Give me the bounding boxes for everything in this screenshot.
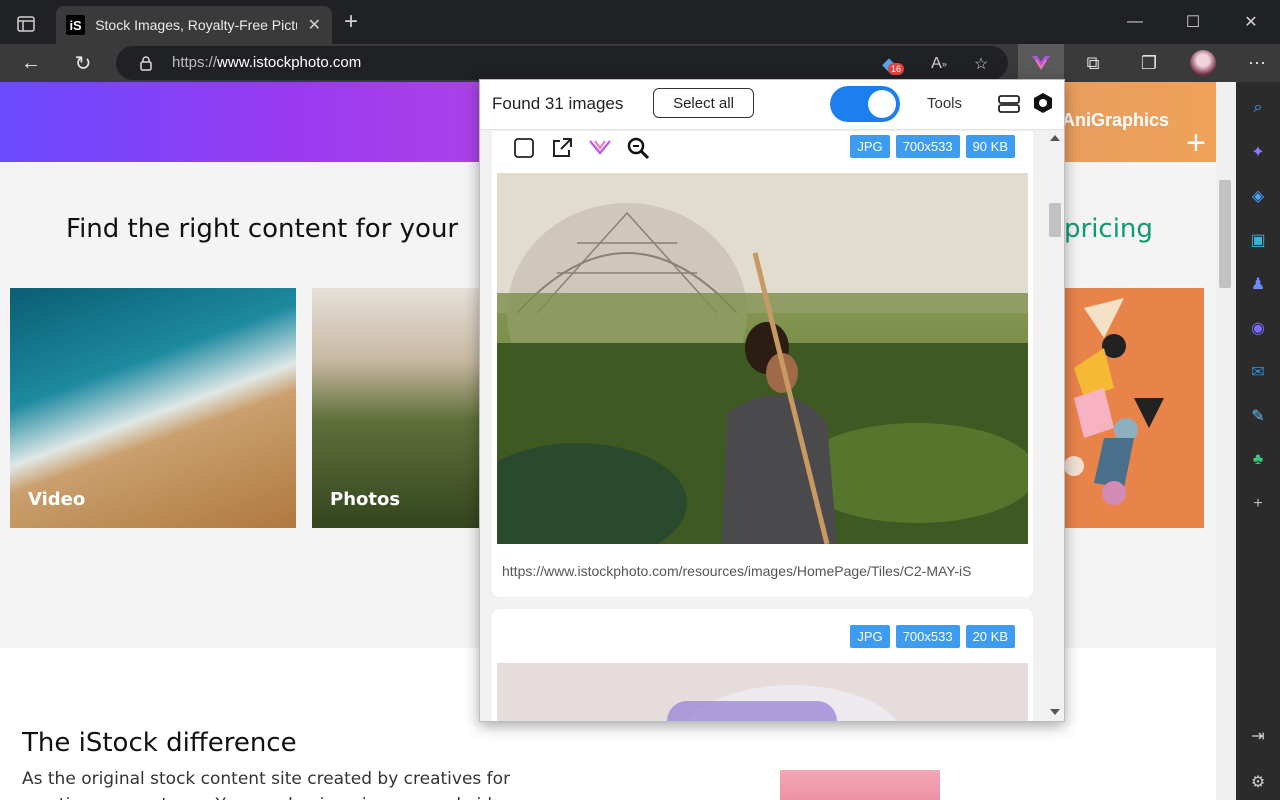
image-card: JPG 700x533 20 KB xyxy=(492,609,1033,721)
read-aloud-icon[interactable]: A» xyxy=(926,51,952,77)
download-icon[interactable] xyxy=(586,135,614,161)
tracker-prevention-icon[interactable]: ◆ 16 xyxy=(876,51,905,77)
maximize-icon[interactable]: ☐ xyxy=(1164,0,1222,44)
title-bar: iS Stock Images, Royalty-Free Pictur ✕ +… xyxy=(0,0,1280,44)
toggle-knob xyxy=(868,90,896,118)
tab-actions-icon[interactable] xyxy=(12,12,40,36)
image-card: JPG 700x533 90 KB https://www.istockphot… xyxy=(492,131,1033,597)
layout-icon[interactable] xyxy=(998,93,1020,115)
card-tools xyxy=(510,135,652,161)
avatar[interactable] xyxy=(1190,50,1216,76)
tile-photos[interactable]: Photos xyxy=(312,288,482,528)
copilot-icon[interactable]: ✦ xyxy=(1246,140,1270,164)
add-sidebar-icon[interactable]: + xyxy=(1246,492,1270,516)
hero-label[interactable]: AniGraphics xyxy=(1062,110,1169,131)
hide-sidebar-icon[interactable]: ⇥ xyxy=(1246,724,1270,748)
select-all-button[interactable]: Select all xyxy=(653,88,754,118)
settings-icon[interactable] xyxy=(1032,92,1054,114)
extensions-icon[interactable]: ⧉ xyxy=(1078,48,1108,78)
tab-title: Stock Images, Royalty-Free Pictur xyxy=(95,17,297,33)
outlook-icon[interactable]: ✉ xyxy=(1246,360,1270,384)
edge-sidebar: ⌕ ✦ ◈ ▣ ♟ ◉ ✉ ✎ ♣ + ⇥ ⚙ xyxy=(1236,82,1280,800)
scroll-down-icon[interactable] xyxy=(1050,709,1060,715)
size-badge: 20 KB xyxy=(965,625,1015,648)
tools-button[interactable]: Tools xyxy=(927,95,962,112)
page-scrollbar[interactable] xyxy=(1216,82,1236,800)
people-icon[interactable]: ♟ xyxy=(1246,272,1270,296)
extension-logo-icon xyxy=(1032,56,1050,70)
shopping-icon[interactable]: ◈ xyxy=(1246,184,1270,208)
enable-toggle[interactable] xyxy=(830,86,900,122)
format-badge: JPG xyxy=(850,625,890,648)
image-preview[interactable] xyxy=(497,663,1028,721)
favicon-icon: iS xyxy=(66,15,86,35)
tile-video[interactable]: Video xyxy=(10,288,296,528)
section-title: The iStock difference xyxy=(22,728,297,758)
collections-icon[interactable]: ❐ xyxy=(1134,48,1164,78)
pricing-link[interactable]: pricing xyxy=(1064,214,1153,244)
url-text[interactable]: https://www.istockphoto.com xyxy=(172,54,361,71)
tile-label: Photos xyxy=(330,489,401,510)
window-close-icon[interactable]: ✕ xyxy=(1222,0,1280,44)
sidebar-settings-icon[interactable]: ⚙ xyxy=(1246,770,1270,794)
minimize-icon[interactable]: — xyxy=(1106,0,1164,44)
image-preview[interactable] xyxy=(497,173,1028,544)
refresh-icon[interactable]: ↻ xyxy=(70,50,96,76)
page-headline: Find the right content for your xyxy=(66,214,459,244)
tile-label: Video xyxy=(28,489,86,510)
abstract-art-image xyxy=(1064,298,1164,505)
dimensions-badge: 700x533 xyxy=(895,625,960,648)
image-downloader-popup: Found 31 images Select all Tools JPG 700… xyxy=(479,79,1065,722)
address-bar[interactable]: https://www.istockphoto.com ◆ 16 A» ☆ xyxy=(116,46,1008,80)
add-favorite-icon[interactable]: ☆ xyxy=(968,51,994,77)
checkbox-icon[interactable] xyxy=(510,135,538,161)
new-tab-icon[interactable]: + xyxy=(344,10,358,34)
office-icon[interactable]: ◉ xyxy=(1246,316,1270,340)
dimensions-badge: 700x533 xyxy=(895,135,960,158)
lock-icon[interactable] xyxy=(138,55,154,71)
zoom-icon[interactable] xyxy=(624,135,652,161)
image-meta: JPG 700x533 90 KB xyxy=(850,135,1015,158)
page-scroll-thumb[interactable] xyxy=(1219,180,1231,288)
photo-woman-garden xyxy=(497,173,1028,544)
scroll-up-icon[interactable] xyxy=(1050,135,1060,141)
tools-icon[interactable]: ▣ xyxy=(1246,228,1270,252)
browser-tab[interactable]: iS Stock Images, Royalty-Free Pictur ✕ xyxy=(56,6,332,44)
drop-icon[interactable]: ✎ xyxy=(1246,404,1270,428)
notification-badge: 16 xyxy=(888,63,905,75)
tab-close-icon[interactable]: ✕ xyxy=(307,15,322,35)
popup-header: Found 31 images Select all Tools xyxy=(480,80,1064,130)
found-count: Found 31 images xyxy=(492,94,624,113)
image-meta: JPG 700x533 20 KB xyxy=(850,625,1015,648)
section-image xyxy=(780,770,940,800)
image-shape xyxy=(667,701,837,721)
more-menu-icon[interactable]: ⋯ xyxy=(1242,48,1272,78)
toolbar: ← ↻ https://www.istockphoto.com ◆ 16 A» … xyxy=(0,44,1280,82)
search-icon[interactable]: ⌕ xyxy=(1246,96,1270,120)
window-controls: — ☐ ✕ xyxy=(1106,0,1280,44)
image-list: JPG 700x533 90 KB https://www.istockphot… xyxy=(480,131,1064,721)
popup-scroll-thumb[interactable] xyxy=(1049,203,1061,237)
back-icon[interactable]: ← xyxy=(18,50,44,76)
image-extension-button[interactable] xyxy=(1018,44,1064,82)
tile-illustrations[interactable] xyxy=(1064,288,1204,528)
size-badge: 90 KB xyxy=(965,135,1015,158)
tree-icon[interactable]: ♣ xyxy=(1246,448,1270,472)
popup-scrollbar[interactable] xyxy=(1046,131,1064,721)
plus-icon[interactable]: + xyxy=(1186,126,1206,160)
image-url[interactable]: https://www.istockphoto.com/resources/im… xyxy=(502,563,1022,579)
format-badge: JPG xyxy=(850,135,890,158)
section-body: As the original stock content site creat… xyxy=(22,769,522,800)
open-external-icon[interactable] xyxy=(548,135,576,161)
